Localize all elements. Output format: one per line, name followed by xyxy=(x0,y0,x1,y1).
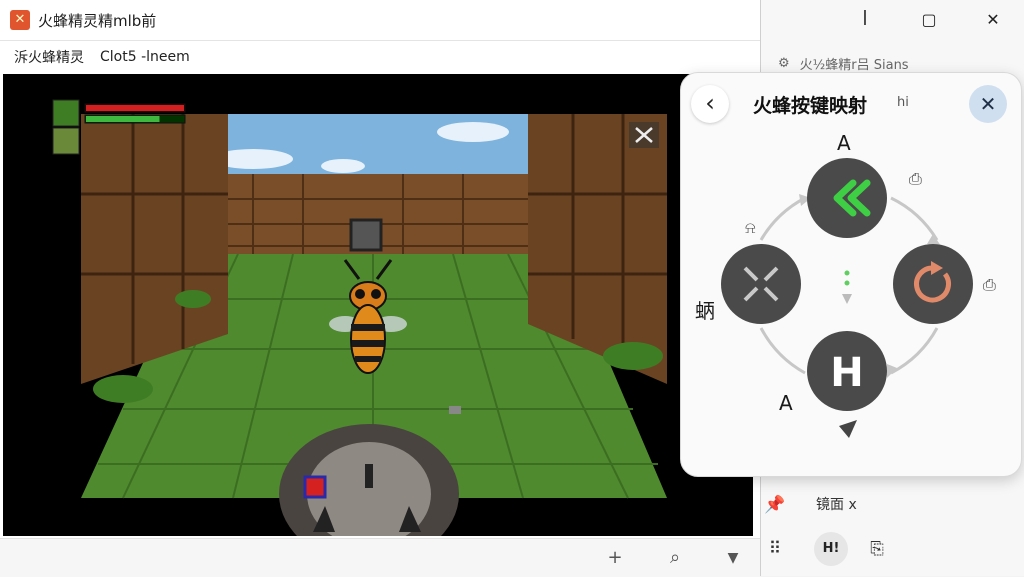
bell-icon: ⍾ xyxy=(745,218,756,237)
title-bar: ✕ 火蜂精灵精mlb前 xyxy=(0,0,760,41)
lock-icon: ⎙ xyxy=(909,169,922,188)
mapping-button-left[interactable] xyxy=(721,244,801,324)
mapping-button-right[interactable] xyxy=(893,244,973,324)
center-down-arrow-icon xyxy=(842,294,852,304)
menu-bar: 泝火蜂精灵 Clot5 -lneem xyxy=(0,40,774,73)
status-bar: + ⌕ ▼ xyxy=(0,538,760,577)
mapping-button-top[interactable] xyxy=(807,158,887,238)
arrow-top-left xyxy=(759,196,806,241)
menu-item-clot[interactable]: Clot5 -lneem xyxy=(100,49,190,65)
tool-label[interactable]: 镜面 x xyxy=(816,494,857,514)
panel-subtitle: hi xyxy=(897,95,909,110)
bush xyxy=(603,342,663,370)
label-bottom-left: A xyxy=(779,391,793,415)
main-window: ✕ 火蜂精灵精mlb前 泝火蜂精灵 Clot5 -lneem + ⌕ ▼ xyxy=(0,0,761,577)
panel-title: 火蜂按键映射 xyxy=(753,95,868,117)
back-button[interactable]: ‹ xyxy=(691,85,729,123)
arrow-bottom-right xyxy=(890,327,939,375)
plus-icon[interactable]: + xyxy=(604,547,626,569)
window-title: 火蜂精灵精mlb前 xyxy=(38,11,157,30)
record-icon[interactable] xyxy=(303,475,327,499)
close-button[interactable]: ✕ xyxy=(971,6,1015,34)
health-bar-fill xyxy=(86,105,184,111)
label-top: A xyxy=(837,131,851,155)
hint-pill[interactable]: H! xyxy=(814,532,848,566)
close-panel-button[interactable]: ✕ xyxy=(969,85,1007,123)
game-scene xyxy=(52,99,667,536)
gate-keyhole xyxy=(365,464,373,488)
search-icon[interactable]: ⌕ xyxy=(664,547,686,569)
stone xyxy=(449,406,461,414)
stamina-bar-fill xyxy=(86,116,160,122)
map-thumbnail-icon xyxy=(52,99,80,127)
minimize-button[interactable]: ꟾ xyxy=(843,6,887,34)
cloud xyxy=(437,122,509,142)
mapping-button-bottom[interactable]: H xyxy=(807,331,887,411)
pin-icon[interactable]: 📌 xyxy=(762,492,788,518)
gate-block xyxy=(349,218,383,252)
cloud xyxy=(321,159,365,173)
dropdown-arrow-icon[interactable]: ▼ xyxy=(722,547,744,569)
bush xyxy=(175,290,211,308)
settings-icon[interactable]: ⚙ xyxy=(778,56,790,71)
key-mapping-panel: ‹ 火蜂按键映射 hi ✕ H ⎙ ⎙ ⍾ A 蛃 A xyxy=(680,72,1022,477)
mapping-diagram: H ⎙ ⎙ ⍾ xyxy=(721,158,996,438)
bookmark-icon[interactable]: ⎘ xyxy=(864,536,890,562)
side-header-text: 火½蜂精𝗋吕 Sians xyxy=(799,58,909,73)
lock-icon: ⎙ xyxy=(983,275,996,294)
keypad-icon[interactable]: ⠿ xyxy=(762,536,788,562)
navigation-icon xyxy=(839,420,857,438)
arrow-bottom-left xyxy=(759,327,806,375)
side-header: ⚙ 火½蜂精𝗋吕 Sians xyxy=(778,54,909,73)
h-letter-icon: H xyxy=(830,350,863,396)
character-portrait-icon xyxy=(52,127,80,155)
label-left: 蛃 xyxy=(695,299,715,323)
arrow-top-right xyxy=(890,196,939,241)
menu-item-game[interactable]: 泝火蜂精灵 xyxy=(14,47,84,67)
game-viewport[interactable] xyxy=(3,74,753,536)
game-logo-icon: ✕ xyxy=(10,10,30,30)
side-tools: 📌 镜面 x ⠿ H! ⎘ xyxy=(762,480,1024,576)
bush xyxy=(93,375,153,403)
maximize-button[interactable]: ▢ xyxy=(907,6,951,34)
